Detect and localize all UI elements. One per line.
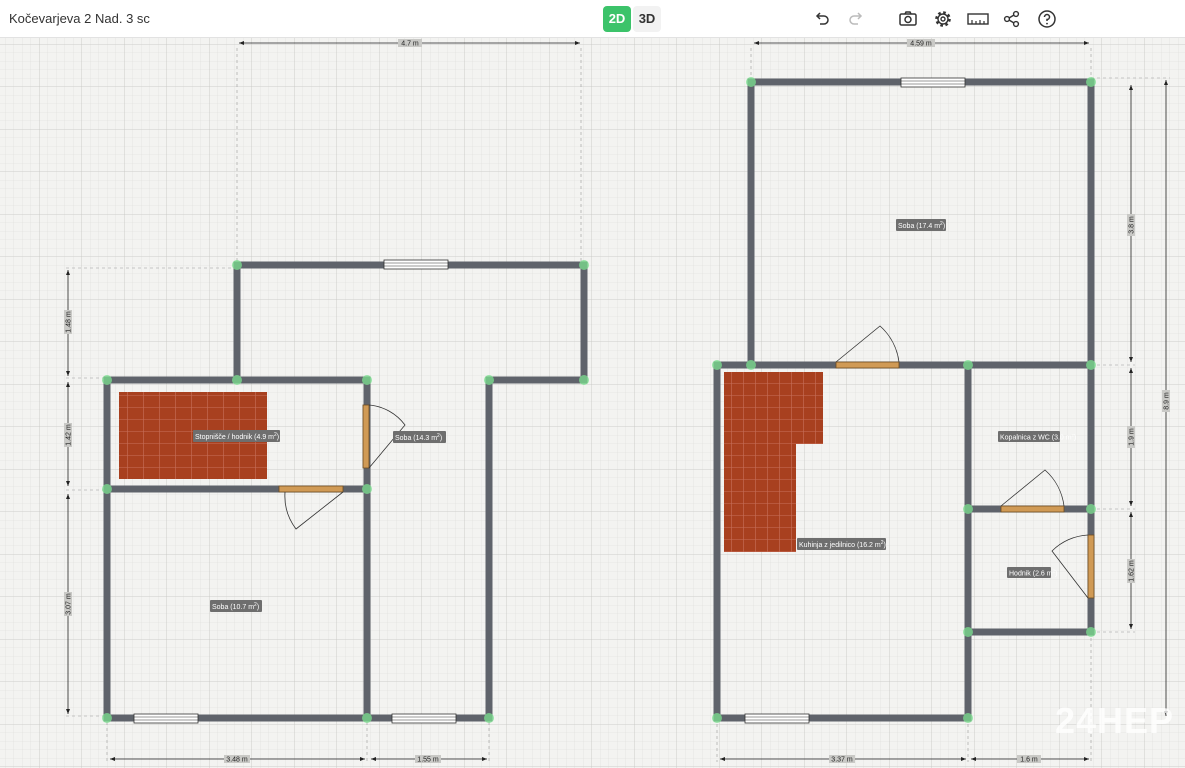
camera-icon[interactable]	[897, 8, 919, 30]
svg-text:Soba (17.4 m2): Soba (17.4 m2)	[898, 221, 945, 230]
svg-text:Soba (10.7 m2): Soba (10.7 m2)	[212, 602, 259, 611]
top-toolbar: Kočevarjeva 2 Nad. 3 sc 2D 3D	[0, 0, 1185, 38]
svg-text:Stopnišče / hodnik (4.9 m2): Stopnišče / hodnik (4.9 m2)	[195, 432, 279, 441]
window	[383, 259, 449, 270]
svg-text:1.6 m: 1.6 m	[1020, 757, 1038, 764]
share-icon[interactable]	[1001, 8, 1023, 30]
dimension-label: 1.9 m	[1127, 426, 1136, 448]
svg-text:1.9 m: 1.9 m	[1129, 428, 1136, 446]
dimension-label: 3.37 m	[829, 755, 855, 764]
dimension-label: 1.48 m	[64, 310, 73, 334]
ruler-icon[interactable]	[966, 8, 990, 30]
dimension-label: 8.9 m	[1162, 390, 1171, 412]
room-label[interactable]: Soba (17.4 m2)	[896, 219, 946, 231]
room-label[interactable]: Hodnik (2.6 m2)	[1007, 567, 1057, 578]
dimension-label: 3.48 m	[224, 755, 250, 764]
undo-icon[interactable]	[811, 8, 833, 30]
svg-text:3.07 m: 3.07 m	[66, 593, 73, 615]
window	[391, 713, 457, 724]
window	[744, 713, 810, 724]
window	[900, 77, 966, 88]
svg-text:1.62 m: 1.62 m	[1129, 560, 1136, 582]
redo-icon[interactable]	[845, 8, 867, 30]
svg-text:1.48 m: 1.48 m	[66, 311, 73, 333]
mode-3d-button[interactable]: 3D	[633, 6, 661, 32]
dimension-label: 1.6 m	[1017, 755, 1041, 764]
dimension-label: 4.59 m	[907, 39, 935, 48]
dimension-label: 3.07 m	[64, 592, 73, 616]
dimension-label: 1.42 m	[64, 423, 73, 447]
svg-text:3.37 m: 3.37 m	[831, 757, 853, 764]
svg-text:3.8 m: 3.8 m	[1129, 216, 1136, 234]
room-label[interactable]: Stopnišče / hodnik (4.9 m2)	[193, 430, 280, 442]
dimension-label: 1.55 m	[415, 755, 441, 764]
svg-text:3.48 m: 3.48 m	[226, 757, 248, 764]
svg-text:4.59 m: 4.59 m	[910, 41, 932, 48]
svg-text:Kopalnica z WC (3.0 m2): Kopalnica z WC (3.0 m2)	[1000, 433, 1076, 442]
dimension-label: 4.7 m	[398, 39, 422, 48]
watermark-logo: 24HEP	[1055, 700, 1175, 741]
svg-text:4.7 m: 4.7 m	[401, 41, 419, 48]
floor-plan-canvas[interactable]: Stopnišče / hodnik (4.9 m2) Soba (14.3 m…	[0, 38, 1185, 768]
help-icon[interactable]	[1036, 8, 1058, 30]
room-label[interactable]: Soba (14.3 m2)	[393, 431, 446, 443]
project-title[interactable]: Kočevarjeva 2 Nad. 3 sc	[9, 11, 150, 26]
room-label[interactable]: Kuhinja z jedilnico (16.2 m2)	[797, 538, 886, 550]
svg-text:1.55 m: 1.55 m	[417, 757, 439, 764]
window	[133, 713, 199, 724]
svg-text:8.9 m: 8.9 m	[1164, 392, 1171, 410]
room-label[interactable]: Soba (10.7 m2)	[210, 600, 262, 612]
svg-text:Hodnik (2.6 m2): Hodnik (2.6 m2)	[1009, 569, 1057, 578]
mode-2d-button[interactable]: 2D	[603, 6, 631, 32]
dimension-label: 1.62 m	[1127, 559, 1136, 583]
svg-text:Kuhinja z jedilnico (16.2 m2): Kuhinja z jedilnico (16.2 m2)	[799, 540, 886, 549]
svg-text:1.42 m: 1.42 m	[66, 424, 73, 446]
svg-text:Soba (14.3 m2): Soba (14.3 m2)	[395, 433, 442, 442]
gear-icon[interactable]	[932, 8, 954, 30]
dimension-label: 3.8 m	[1127, 214, 1136, 236]
